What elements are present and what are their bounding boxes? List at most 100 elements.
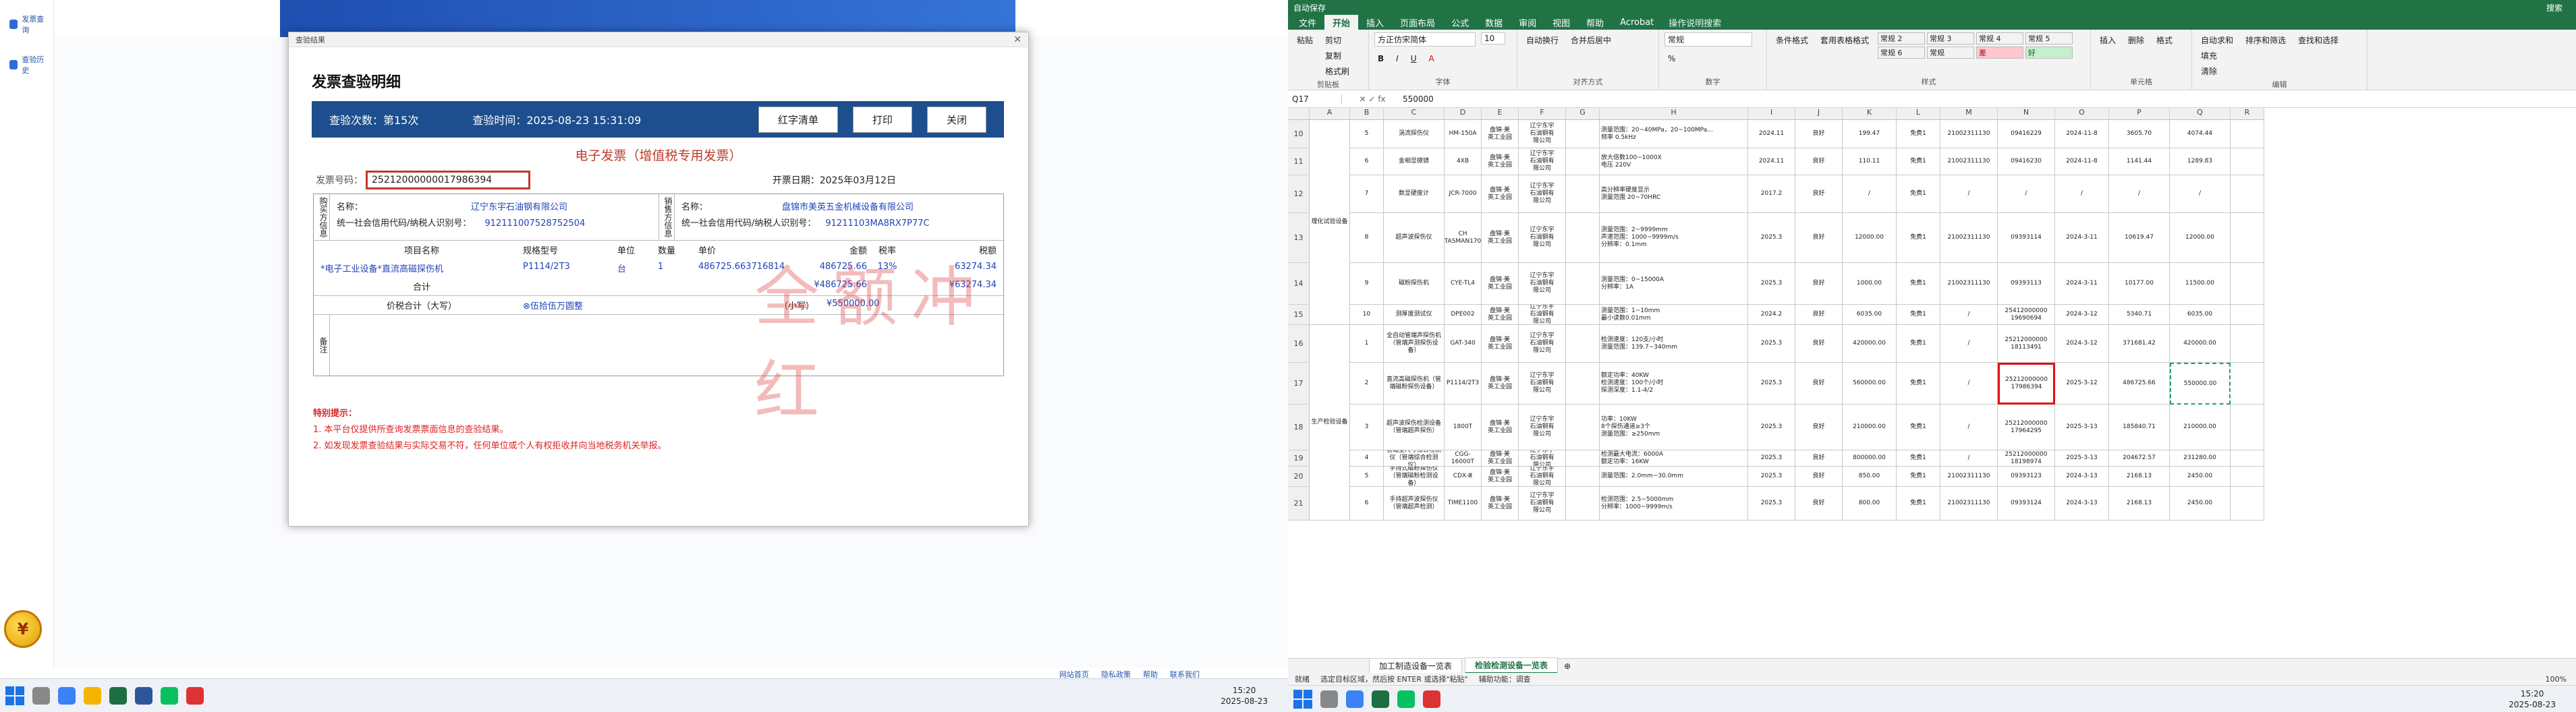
row-header[interactable]: 20: [1288, 467, 1310, 487]
table-cell[interactable]: 371681.42: [2109, 325, 2170, 363]
table-cell[interactable]: 2450.00: [2170, 487, 2231, 521]
table-cell[interactable]: 25212000000 17964295: [1998, 405, 2055, 450]
table-format-button[interactable]: 套用表格格式: [1817, 32, 1872, 48]
table-cell[interactable]: 09393123: [1998, 467, 2055, 487]
table-cell[interactable]: /: [1940, 405, 1998, 450]
table-cell[interactable]: /: [2109, 175, 2170, 213]
table-cell[interactable]: /: [1940, 450, 1998, 467]
windows-start-icon[interactable]: [1293, 689, 1312, 709]
table-cell[interactable]: CGG-16000T: [1445, 450, 1482, 467]
table-cell[interactable]: 免费1: [1897, 263, 1940, 305]
table-cell[interactable]: 4XB: [1445, 148, 1482, 175]
table-cell[interactable]: 免费1: [1897, 213, 1940, 263]
tab-acrobat[interactable]: Acrobat: [1612, 16, 1662, 29]
table-cell[interactable]: 1: [1350, 325, 1384, 363]
table-cell[interactable]: 盘锦·美 英工业园: [1482, 467, 1519, 487]
table-cell[interactable]: 25412000000 19690694: [1998, 305, 2055, 325]
table-cell[interactable]: 辽宁东宇 石油钢有 限公司: [1519, 487, 1566, 521]
table-cell[interactable]: 2024-3-12: [2055, 305, 2109, 325]
font-color-icon[interactable]: A: [1426, 52, 1438, 65]
column-header[interactable]: B: [1350, 108, 1384, 120]
table-cell[interactable]: 2017.2: [1748, 175, 1795, 213]
table-cell[interactable]: 辽宁东宇 石油钢有 限公司: [1519, 467, 1566, 487]
table-cell[interactable]: /: [1940, 325, 1998, 363]
sort-filter-button[interactable]: 排序和筛选: [2242, 32, 2289, 48]
table-cell[interactable]: 辽宁东宇 石油钢有 限公司: [1519, 263, 1566, 305]
table-cell[interactable]: 免费1: [1897, 175, 1940, 213]
font-size-select[interactable]: 10: [1481, 32, 1505, 44]
table-cell[interactable]: 直流高磁探伤机（管端磁粉探伤设备）: [1384, 363, 1445, 405]
table-cell[interactable]: 辽宁东宇 石油钢有 限公司: [1519, 405, 1566, 450]
table-cell[interactable]: 放大倍数100~1000X 电压 220V: [1600, 148, 1748, 175]
table-cell[interactable]: 良好: [1795, 325, 1843, 363]
table-cell[interactable]: 110.11: [1843, 148, 1897, 175]
table-cell[interactable]: 良好: [1795, 305, 1843, 325]
table-cell[interactable]: 良好: [1795, 148, 1843, 175]
table-cell[interactable]: 09393113: [1998, 263, 2055, 305]
table-cell[interactable]: GAT-340: [1445, 325, 1482, 363]
table-cell[interactable]: 2025.3: [1748, 363, 1795, 405]
italic-icon[interactable]: I: [1393, 52, 1402, 65]
table-cell[interactable]: 良好: [1795, 363, 1843, 405]
table-cell[interactable]: [1566, 450, 1600, 467]
close-icon[interactable]: ✕: [1013, 34, 1021, 45]
tell-me-search[interactable]: 操作说明搜索: [1669, 16, 1721, 29]
sidebar-item-invoice-query[interactable]: 发票查询: [0, 0, 53, 40]
spreadsheet-grid[interactable]: A B C D E F G H I J K L M N O P Q R 10 5 涡流探伤仪 HM-150A 盘锦·美 英工…: [1288, 108, 2576, 661]
table-cell[interactable]: 辽宁东宇 石油钢有 限公司: [1519, 213, 1566, 263]
tab-view[interactable]: 视图: [1544, 15, 1578, 30]
coin-icon[interactable]: ¥: [4, 610, 42, 648]
column-header[interactable]: R: [2231, 108, 2264, 120]
table-cell[interactable]: 10619.47: [2109, 213, 2170, 263]
word-icon[interactable]: [135, 686, 152, 705]
row-header[interactable]: 17: [1288, 363, 1310, 405]
table-cell[interactable]: 2025.3: [1748, 450, 1795, 467]
table-cell[interactable]: 21002311130: [1940, 487, 1998, 521]
table-cell[interactable]: 2024-11-8: [2055, 120, 2109, 148]
style-bad[interactable]: 差: [1976, 47, 2024, 59]
table-cell[interactable]: 盘锦·美 英工业园: [1482, 325, 1519, 363]
group-label-cell[interactable]: 生产检验设备: [1310, 325, 1350, 521]
table-cell[interactable]: 2025-3-13: [2055, 450, 2109, 467]
style-normal-4[interactable]: 常规 4: [1976, 32, 2024, 44]
table-cell[interactable]: 免费1: [1897, 325, 1940, 363]
sheet-tab-manufacturing[interactable]: 加工制造设备一览表: [1369, 658, 1463, 674]
table-cell[interactable]: 免费1: [1897, 363, 1940, 405]
search-icon[interactable]: [1320, 690, 1338, 708]
row-header[interactable]: 11: [1288, 148, 1310, 175]
table-cell[interactable]: 2024.11: [1748, 148, 1795, 175]
table-cell[interactable]: 1000.00: [1843, 263, 1897, 305]
table-cell[interactable]: [2231, 263, 2264, 305]
table-cell[interactable]: P1114/2T3: [1445, 363, 1482, 405]
find-select-button[interactable]: 查找和选择: [2295, 32, 2342, 48]
table-cell[interactable]: CYE-TL4: [1445, 263, 1482, 305]
table-cell[interactable]: 免费1: [1897, 405, 1940, 450]
table-cell[interactable]: 25212000000 17986394: [1998, 363, 2055, 405]
table-cell[interactable]: 2024-3-13: [2055, 467, 2109, 487]
sheet-tab-inspection[interactable]: 检验检测设备一览表: [1465, 657, 1559, 674]
table-cell[interactable]: [1566, 363, 1600, 405]
red-list-button[interactable]: 红字清单: [758, 106, 838, 133]
table-cell[interactable]: 测量范围：2.0mm~30.0mm: [1600, 467, 1748, 487]
table-cell[interactable]: 210000.00: [1843, 405, 1897, 450]
tab-file[interactable]: 文件: [1291, 15, 1324, 30]
insert-cells-button[interactable]: 插入: [2096, 32, 2119, 48]
table-cell[interactable]: 2168.13: [2109, 467, 2170, 487]
table-cell[interactable]: 盘锦·美 英工业园: [1482, 213, 1519, 263]
table-cell[interactable]: 涡流探伤仪: [1384, 120, 1445, 148]
table-cell[interactable]: 8: [1350, 213, 1384, 263]
merge-center-button[interactable]: 合并后居中: [1567, 32, 1615, 48]
row-header[interactable]: 19: [1288, 450, 1310, 467]
table-cell[interactable]: 5: [1350, 467, 1384, 487]
cut-button[interactable]: 剪切: [1322, 32, 1353, 48]
column-header[interactable]: P: [2109, 108, 2170, 120]
column-header[interactable]: G: [1566, 108, 1600, 120]
tab-formulas[interactable]: 公式: [1443, 15, 1477, 30]
column-header[interactable]: K: [1843, 108, 1897, 120]
table-cell[interactable]: [2231, 487, 2264, 521]
table-cell[interactable]: 盘锦·美 英工业园: [1482, 305, 1519, 325]
table-cell[interactable]: 高分辨率硬度显示 测量范围 20~70HRC: [1600, 175, 1748, 213]
bold-icon[interactable]: B: [1374, 52, 1387, 65]
row-header[interactable]: 10: [1288, 120, 1310, 148]
table-cell[interactable]: 3605.70: [2109, 120, 2170, 148]
